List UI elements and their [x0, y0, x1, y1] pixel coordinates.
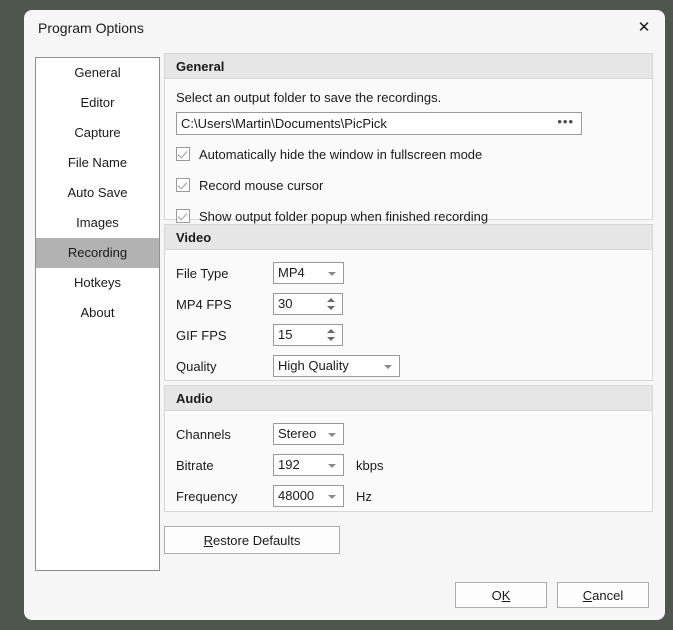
- cancel-button[interactable]: Cancel: [557, 582, 649, 608]
- frequency-value: 48000: [278, 488, 315, 503]
- checkbox-row-show-popup[interactable]: Show output folder popup when finished r…: [176, 206, 488, 226]
- output-folder-hint: Select an output folder to save the reco…: [176, 90, 442, 105]
- chevron-down-icon: [328, 272, 336, 276]
- file-type-dropdown[interactable]: MP4: [273, 262, 344, 284]
- bitrate-value: 192: [278, 457, 300, 472]
- file-type-value: MP4: [278, 265, 305, 280]
- sidebar-item-about[interactable]: About: [36, 298, 159, 328]
- cancel-rest: ancel: [592, 587, 624, 603]
- checkbox-show-popup[interactable]: [176, 209, 190, 223]
- general-group: General Select an output folder to save …: [164, 53, 653, 224]
- gif-fps-value: 15: [278, 327, 293, 342]
- row-quality: Quality High Quality: [176, 355, 400, 377]
- restore-accel: R: [203, 532, 213, 548]
- bitrate-unit: kbps: [356, 457, 384, 473]
- checkbox-row-record-cursor[interactable]: Record mouse cursor: [176, 175, 323, 195]
- ok-accel: K: [501, 587, 511, 603]
- channels-dropdown[interactable]: Stereo: [273, 423, 344, 445]
- sidebar-item-file-name[interactable]: File Name: [36, 148, 159, 178]
- output-folder-value: C:\Users\Martin\Documents\PicPick: [181, 116, 387, 131]
- file-type-label: File Type: [176, 265, 229, 281]
- quality-label: Quality: [176, 358, 217, 374]
- video-group: Video File Type MP4 MP4 FPS 30 GIF FPS 1…: [164, 224, 653, 381]
- bitrate-dropdown[interactable]: 192: [273, 454, 344, 476]
- bitrate-label: Bitrate: [176, 457, 214, 473]
- stepper-up-icon[interactable]: [327, 329, 335, 333]
- settings-category-list[interactable]: General Editor Capture File Name Auto Sa…: [35, 57, 160, 571]
- sidebar-item-general[interactable]: General: [36, 58, 159, 88]
- mp4-fps-stepper[interactable]: 30: [273, 293, 343, 315]
- stepper-down-icon[interactable]: [327, 306, 335, 310]
- general-group-header: General: [165, 54, 652, 79]
- mp4-fps-value: 30: [278, 296, 293, 311]
- sidebar-item-hotkeys[interactable]: Hotkeys: [36, 268, 159, 298]
- ok-pre: O: [491, 587, 502, 603]
- cancel-accel: C: [582, 587, 593, 603]
- channels-label: Channels: [176, 426, 231, 442]
- checkbox-record-cursor[interactable]: [176, 178, 190, 192]
- video-group-header: Video: [165, 225, 652, 250]
- browse-folder-button[interactable]: •••: [557, 114, 574, 129]
- frequency-unit: Hz: [356, 488, 372, 504]
- checkbox-hide-window-label: Automatically hide the window in fullscr…: [199, 146, 483, 162]
- sidebar-item-editor[interactable]: Editor: [36, 88, 159, 118]
- checkbox-hide-window[interactable]: [176, 147, 190, 161]
- output-folder-input[interactable]: C:\Users\Martin\Documents\PicPick •••: [176, 112, 582, 135]
- frequency-label: Frequency: [176, 488, 238, 504]
- row-mp4-fps: MP4 FPS 30: [176, 293, 343, 315]
- row-file-type: File Type MP4: [176, 262, 344, 284]
- checkbox-show-popup-label: Show output folder popup when finished r…: [199, 208, 489, 224]
- audio-group: Audio Channels Stereo Bitrate 192 kbps F…: [164, 385, 653, 512]
- quality-value: High Quality: [278, 358, 349, 373]
- restore-defaults-button[interactable]: Restore Defaults: [164, 526, 340, 554]
- row-channels: Channels Stereo: [176, 423, 344, 445]
- channels-value: Stereo: [278, 426, 317, 441]
- program-options-dialog: Program Options ✕ General Editor Capture…: [24, 10, 665, 620]
- row-frequency: Frequency 48000 Hz: [176, 485, 372, 507]
- chevron-down-icon: [328, 495, 336, 499]
- gif-fps-label: GIF FPS: [176, 327, 227, 343]
- chevron-down-icon: [328, 464, 336, 468]
- gif-fps-stepper[interactable]: 15: [273, 324, 343, 346]
- quality-dropdown[interactable]: High Quality: [273, 355, 400, 377]
- stepper-up-icon[interactable]: [327, 298, 335, 302]
- chevron-down-icon: [328, 433, 336, 437]
- stepper-down-icon[interactable]: [327, 337, 335, 341]
- restore-rest: estore Defaults: [212, 532, 301, 548]
- checkbox-record-cursor-label: Record mouse cursor: [199, 177, 324, 193]
- row-gif-fps: GIF FPS 15: [176, 324, 343, 346]
- mp4-fps-label: MP4 FPS: [176, 296, 232, 312]
- window-title: Program Options: [38, 20, 144, 36]
- ok-button[interactable]: OK: [455, 582, 547, 608]
- close-icon[interactable]: ✕: [627, 12, 661, 42]
- title-bar: Program Options ✕: [24, 10, 665, 46]
- sidebar-item-recording[interactable]: Recording: [36, 238, 159, 268]
- row-bitrate: Bitrate 192 kbps: [176, 454, 383, 476]
- sidebar-item-capture[interactable]: Capture: [36, 118, 159, 148]
- sidebar-item-auto-save[interactable]: Auto Save: [36, 178, 159, 208]
- checkbox-row-hide-window[interactable]: Automatically hide the window in fullscr…: [176, 144, 482, 164]
- sidebar-item-images[interactable]: Images: [36, 208, 159, 238]
- audio-group-header: Audio: [165, 386, 652, 411]
- chevron-down-icon: [384, 365, 392, 369]
- frequency-dropdown[interactable]: 48000: [273, 485, 344, 507]
